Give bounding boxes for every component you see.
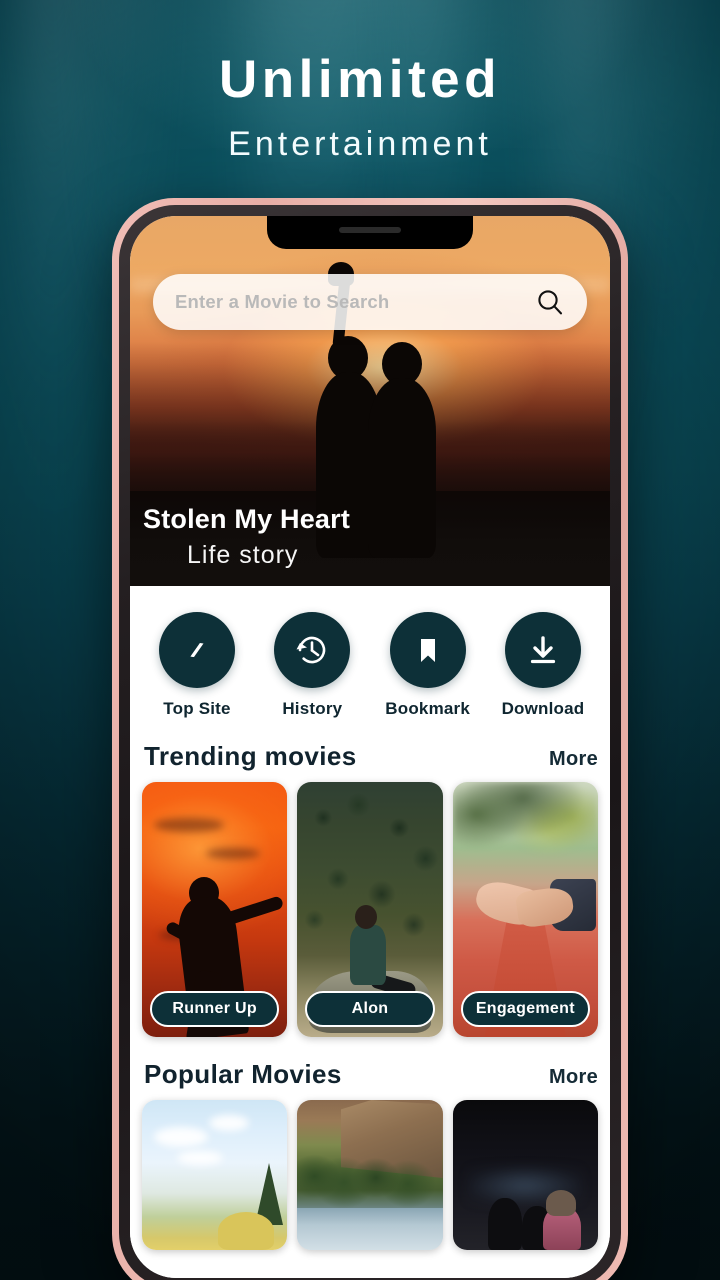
movie-card[interactable]: Engagement [452, 782, 598, 1037]
search-icon[interactable] [535, 287, 565, 317]
promo-subheadline: Entertainment [228, 124, 492, 163]
phone-screen: Enter a Movie to Search Stolen My Heart … [130, 216, 610, 1278]
movie-title-pill[interactable]: Runner Up [150, 991, 280, 1027]
movie-title: Engagement [475, 1000, 575, 1017]
movie-title: Alon [351, 1000, 389, 1017]
promo-headline-block: Unlimited Entertainment [0, 52, 720, 164]
hero-silhouette-body-right [368, 378, 436, 558]
hero-banner: Enter a Movie to Search Stolen My Heart … [130, 216, 610, 586]
bookmark-icon[interactable] [389, 612, 466, 688]
section-title: Trending movies [144, 741, 357, 771]
popular-movies-row [130, 1090, 610, 1250]
hero-title: Stolen My Heart [143, 504, 351, 534]
compass-icon[interactable] [159, 612, 235, 688]
search-input[interactable]: Enter a Movie to Search [175, 291, 535, 313]
movie-title-pill[interactable]: Alon [305, 991, 435, 1027]
hero-caption: Stolen My Heart Life story [143, 504, 350, 570]
section-header-trending: Trending movies More [130, 741, 610, 772]
trending-movies-row: Runner Up Alon Engagement [130, 772, 610, 1037]
promo-banner: Unlimited Entertainment Enter a Movie to… [0, 0, 720, 1280]
movie-card[interactable]: Runner Up [142, 782, 288, 1037]
quick-actions-row: Top Site History Bookmark Download [130, 612, 610, 719]
movie-artwork [142, 1100, 288, 1250]
quick-action-label: Top Site [163, 699, 231, 718]
quick-action-top-site[interactable]: Top Site [145, 612, 249, 719]
movie-title-pill[interactable]: Engagement [460, 991, 590, 1027]
movie-artwork [297, 1100, 443, 1250]
section-more-link[interactable]: More [549, 748, 598, 771]
quick-action-download[interactable]: Download [491, 612, 595, 719]
movie-title: Runner Up [172, 1000, 257, 1017]
movie-card[interactable] [297, 1100, 443, 1250]
notch-speaker-icon [339, 227, 401, 233]
section-more-link[interactable]: More [549, 1066, 598, 1089]
download-icon[interactable] [504, 612, 581, 688]
quick-action-label: Download [501, 699, 585, 718]
phone-bezel: Enter a Movie to Search Stolen My Heart … [119, 205, 621, 1280]
quick-action-label: History [282, 699, 343, 718]
phone-mockup: Enter a Movie to Search Stolen My Heart … [112, 198, 628, 1280]
quick-action-history[interactable]: History [260, 612, 364, 719]
promo-headline: Unlimited [219, 50, 501, 109]
quick-action-bookmark[interactable]: Bookmark [376, 612, 480, 719]
section-header-popular: Popular Movies More [130, 1059, 610, 1090]
phone-notch [267, 216, 473, 249]
movie-card[interactable] [452, 1100, 598, 1250]
movie-card[interactable] [142, 1100, 288, 1250]
movie-artwork [452, 1100, 598, 1250]
history-clock-icon[interactable] [274, 612, 351, 688]
section-title: Popular Movies [144, 1059, 342, 1089]
movie-card[interactable]: Alon [297, 782, 443, 1037]
quick-action-label: Bookmark [385, 699, 471, 718]
app-content-panel: Top Site History Bookmark Download Trend… [130, 586, 610, 1278]
hero-subtitle: Life story [187, 541, 299, 569]
search-bar[interactable]: Enter a Movie to Search [153, 274, 587, 330]
